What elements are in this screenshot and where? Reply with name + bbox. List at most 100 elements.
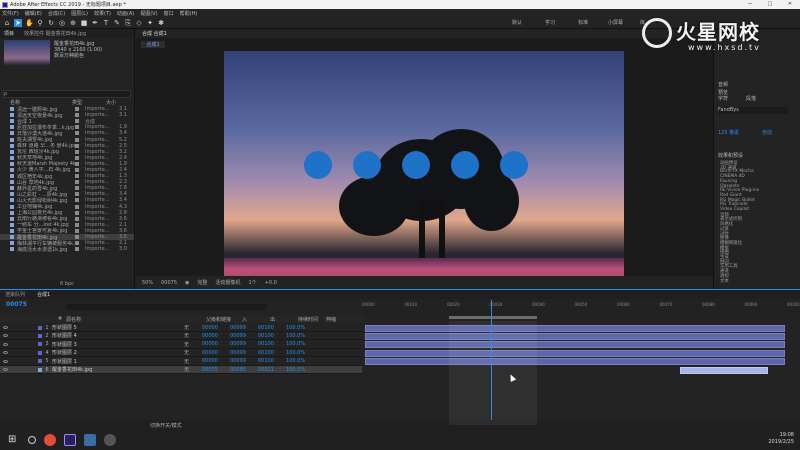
visibility-eye-icon[interactable] [3,326,8,329]
layer-duration-bar[interactable] [680,366,769,374]
layer-duration[interactable]: 00021 [258,367,286,373]
font-size-value[interactable]: 125 像素 [718,129,739,136]
layer-in[interactable]: 00000 [202,358,230,364]
label-color-swatch[interactable] [75,186,79,191]
timeline-layer-row[interactable]: 6 醒金香花田4k.jpg 无 00075 00095 00021 100.0% [0,366,362,374]
label-color-swatch[interactable] [75,167,79,172]
tab-composition[interactable]: 合成 合成1 [142,30,167,37]
timeline-timecode[interactable]: 00075 [6,301,27,308]
layer-duration[interactable]: 00100 [258,325,286,331]
layer-name[interactable]: 形状图层 2 [52,349,132,356]
layer-parent-select[interactable]: 无 [184,324,202,331]
character-panel-title[interactable]: 字符 [718,95,728,102]
workspace-small-screen[interactable]: 小屏幕 [608,19,623,26]
menu-animation[interactable]: 动画(A) [117,10,134,17]
layer-in[interactable]: 00000 [202,341,230,347]
rotate-tool-icon[interactable]: ↻ [47,19,55,27]
close-button[interactable]: ✕ [780,0,800,9]
layer-name[interactable]: 醒金香花田4k.jpg [52,366,132,373]
layer-stretch[interactable]: 100.0% [286,367,314,373]
label-color-swatch[interactable] [75,143,79,148]
label-color-swatch[interactable] [75,119,79,124]
layer-in[interactable]: 00000 [202,333,230,339]
label-color-swatch[interactable] [75,131,79,136]
timeline-search-input[interactable] [66,304,266,310]
menu-view[interactable]: 视图(V) [140,10,157,17]
toggle-switches-modes-button[interactable]: 切换开关/模式 [150,422,182,429]
layer-parent-select[interactable]: 无 [184,349,202,356]
label-color-swatch[interactable] [75,216,79,221]
selection-tool-icon[interactable]: ➤ [14,18,22,27]
workspace-standard[interactable]: 标准 [578,19,588,26]
menu-window[interactable]: 窗口 [164,10,174,17]
menu-composition[interactable]: 合成(C) [48,10,65,17]
layer-duration-bar[interactable] [365,332,785,340]
time-ruler[interactable]: 00000 00010 00020 00030 00040 00050 00060 00070… [362,300,800,316]
font-family-select[interactable]: FandBys [718,107,788,114]
zoom-tool-icon[interactable]: ⚲ [36,19,44,27]
work-area-bar[interactable] [449,316,537,319]
label-color-swatch[interactable] [75,247,79,252]
comp-timecode[interactable]: 00075 [161,280,177,286]
layer-stretch[interactable]: 100.0% [286,350,314,356]
visibility-eye-icon[interactable] [3,342,8,346]
system-clock[interactable]: 19:08 2019/2/25 [768,432,794,446]
visibility-eye-icon[interactable] [3,359,8,363]
label-color-swatch[interactable] [75,155,79,160]
eraser-tool-icon[interactable]: ◇ [135,19,143,27]
comp-subtab[interactable]: 合成1 [141,41,165,48]
label-color-swatch[interactable] [75,210,79,215]
label-color-swatch[interactable] [75,235,79,240]
layer-in[interactable]: 00000 [202,325,230,331]
layer-name[interactable]: 形状图层 5 [52,324,132,331]
menu-layer[interactable]: 图层(L) [71,10,88,17]
tab-project[interactable]: 项目 [4,30,14,37]
app-icon[interactable] [84,434,96,446]
roto-tool-icon[interactable]: ✦ [146,19,154,27]
layer-parent-select[interactable]: 无 [184,332,202,339]
minimize-button[interactable]: — [740,0,760,9]
active-camera-select[interactable]: 活动摄像机 [215,279,240,286]
label-color-swatch[interactable] [75,107,79,112]
timeline-layer-row[interactable]: 2 形状图层 4 无 00000 00099 00100 100.0% [0,332,362,341]
layer-stretch[interactable]: 100.0% [286,333,314,339]
clone-tool-icon[interactable]: ⎘ [124,19,132,27]
pen-tool-icon[interactable]: ✒ [91,19,99,27]
effects-presets-title[interactable]: 效果和预设 [718,152,743,159]
layer-duration[interactable]: 00100 [258,358,286,364]
tab-render-queue[interactable]: 渲染队列 [5,291,25,298]
maximize-button[interactable]: □ [760,0,780,9]
shape-layer-circle-1[interactable] [500,151,528,179]
text-tool-icon[interactable]: T [102,19,110,27]
layer-duration[interactable]: 00100 [258,333,286,339]
label-color-swatch[interactable] [75,137,79,142]
layer-out[interactable]: 00099 [230,350,258,356]
menu-edit[interactable]: 编辑(E) [25,10,42,17]
layer-name[interactable]: 形状图层 1 [52,358,132,365]
project-file-row[interactable]: 海底活水水渗透1k.jpg Importe... 3.0 [0,246,134,252]
chrome-icon[interactable] [44,434,56,446]
menu-effect[interactable]: 效果(T) [94,10,111,17]
layer-stretch[interactable]: 100.0% [286,358,314,364]
timeline-layer-row[interactable]: 1 形状图层 5 无 00000 00099 00100 100.0% [0,324,362,332]
label-color-swatch[interactable] [75,161,79,166]
label-color-swatch[interactable] [75,113,79,118]
col-type[interactable]: 类型 [72,99,106,106]
obs-icon[interactable] [104,434,116,446]
brush-tool-icon[interactable]: ✎ [113,19,121,27]
pan-behind-tool-icon[interactable]: ⊕ [69,19,77,27]
leading-value[interactable]: 自动 [762,129,772,136]
tab-comp1-timeline[interactable]: 合成1 [37,291,50,298]
layer-parent-select[interactable]: 无 [184,358,202,365]
layer-out[interactable]: 00099 [230,358,258,364]
layer-out[interactable]: 00099 [230,341,258,347]
composition-viewer[interactable] [224,51,624,276]
shape-layer-circle-5[interactable] [304,151,332,179]
resolution-select[interactable]: 完整 [197,279,207,286]
label-color-swatch[interactable] [75,125,79,130]
label-color-swatch[interactable] [75,204,79,209]
hand-tool-icon[interactable]: ✋ [25,19,34,27]
home-icon[interactable]: ⌂ [3,19,11,27]
shape-layer-circle-3[interactable] [402,151,430,179]
views-select[interactable]: 1个 [248,279,256,286]
